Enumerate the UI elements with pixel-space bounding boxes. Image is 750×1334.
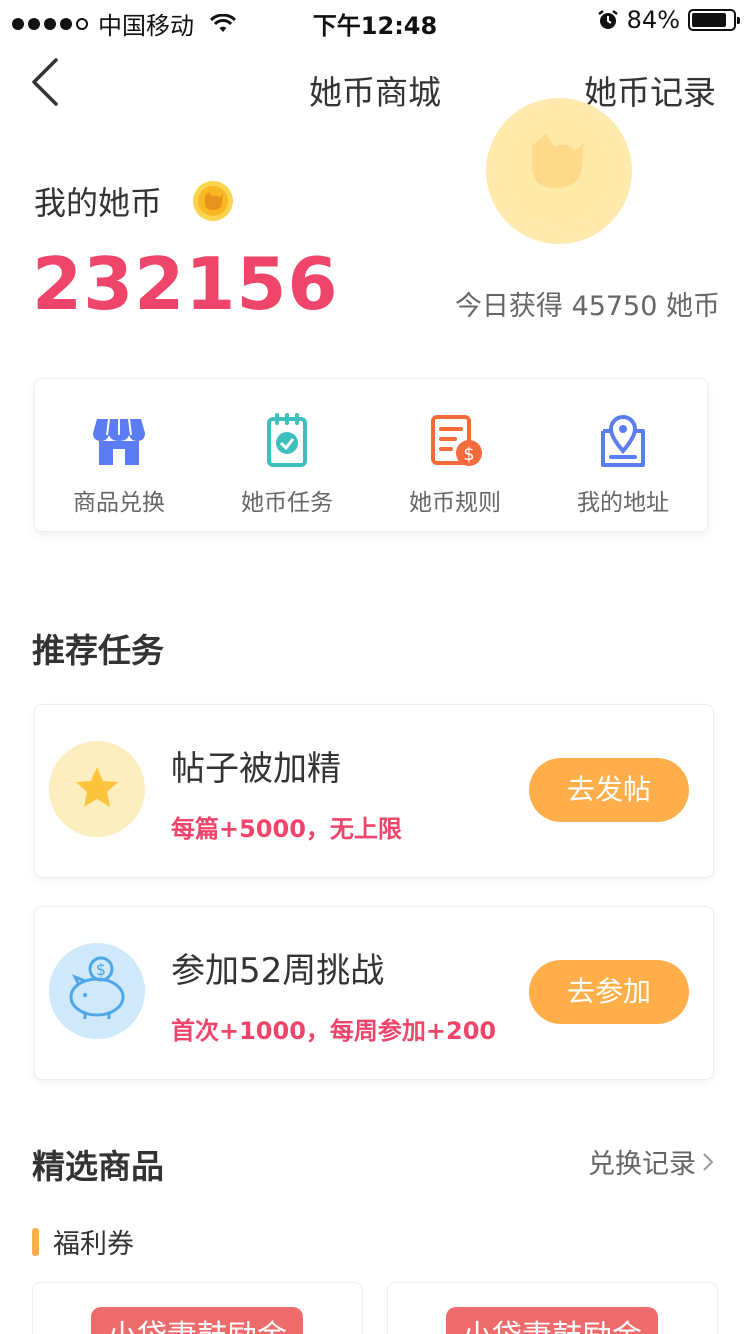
big-coin-icon [486,98,632,244]
exchange-record-link[interactable]: 兑换记录 [588,1142,714,1181]
shortcut-label: 我的地址 [577,490,669,516]
product-card[interactable]: 小袋妻鼓励金 [32,1282,363,1334]
featured-section-title: 精选商品 [32,1147,164,1186]
svg-text:$: $ [463,444,474,465]
balance-label: 我的她币 [34,184,163,222]
task-icon-circle [49,741,145,837]
status-right: 84% [597,6,740,34]
sub-tab-coupons[interactable]: 福利券 [32,1222,134,1261]
task-title: 参加52周挑战 [171,951,385,991]
svg-text:$: $ [96,960,106,979]
product-banner: 小袋妻鼓励金 [446,1307,658,1334]
task-desc: 首次+1000，每周参加+200 [171,1017,497,1045]
status-bar: 中国移动 下午12:48 84% [0,0,750,40]
task-title: 帖子被加精 [171,749,341,789]
sub-tab-label: 福利券 [53,1229,134,1260]
battery-level [692,13,726,27]
go-post-button[interactable]: 去发帖 [529,758,689,822]
coin-record-link[interactable]: 她币记录 [584,66,716,114]
shortcut-label: 她币任务 [241,490,333,516]
star-icon [76,767,118,807]
chevron-right-icon [703,1152,714,1171]
coin-icon [193,181,233,221]
product-banner: 小袋妻鼓励金 [91,1307,303,1334]
shortcut-my-address[interactable]: 我的地址 [539,379,707,531]
shortcut-label: 商品兑换 [73,490,165,516]
recommended-section-title: 推荐任务 [32,631,164,670]
task-desc: 每篇+5000，无上限 [171,815,402,843]
shortcut-product-exchange[interactable]: 商品兑换 [35,379,203,531]
shortcut-card: 商品兑换 她币任务 $ 她币规则 我的地址 [34,378,708,532]
task-card: $ 参加52周挑战 首次+1000，每周参加+200 去参加 [34,906,714,1080]
balance-value: 232156 [32,242,339,326]
task-icon-circle: $ [49,943,145,1039]
rules-document-icon: $ [431,415,482,466]
task-card: 帖子被加精 每篇+5000，无上限 去发帖 [34,704,714,878]
product-card[interactable]: 小袋妻鼓励金 [387,1282,718,1334]
battery-percent: 84% [626,6,680,34]
shortcut-label: 她币规则 [409,490,501,516]
task-clipboard-icon [267,413,307,467]
battery-icon [688,9,740,31]
alarm-icon [597,10,618,29]
shortcut-coin-rules[interactable]: $ 她币规则 [371,379,539,531]
go-join-button[interactable]: 去参加 [529,960,689,1024]
exchange-record-label: 兑换记录 [588,1149,696,1180]
sub-tab-indicator [32,1227,39,1256]
location-pin-icon [601,415,645,467]
shortcut-coin-tasks[interactable]: 她币任务 [203,379,371,531]
today-earned: 今日获得 45750 她币 [454,291,720,322]
store-icon [93,418,145,465]
piggy-bank-icon: $ [69,956,125,1019]
nav-bar: 她币商城 她币记录 [0,40,750,130]
